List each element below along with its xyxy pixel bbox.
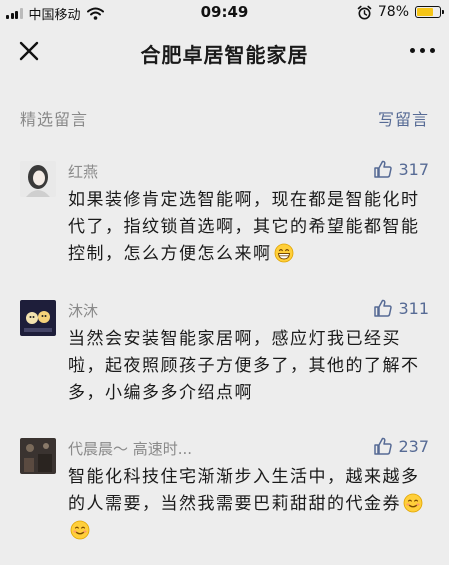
comment-author[interactable]: 代晨晨～ 高速时... xyxy=(68,438,192,459)
like-button[interactable]: 317 xyxy=(373,159,429,179)
battery-percent: 78% xyxy=(377,4,409,20)
thumbs-up-icon xyxy=(374,299,393,317)
nav-bar: 合肥卓居智能家居 xyxy=(0,26,449,76)
smile-emoji xyxy=(70,520,90,540)
thumbs-up-icon xyxy=(374,437,393,455)
like-button[interactable]: 237 xyxy=(373,436,429,456)
comment-text: 如果装修肯定选智能啊，现在都是智能化时代了，指纹锁首选啊，其它的希望能都智能控制… xyxy=(68,187,433,268)
wechat-comments-screen: 中国移动 09:49 78% 合肥卓居智能家居 精选留言 写留言 红燕 317 … xyxy=(0,0,449,565)
more-dots-icon xyxy=(410,48,415,53)
comment-author[interactable]: 沐沐 xyxy=(68,300,98,321)
smile-emoji xyxy=(403,493,423,513)
comment-body: 当然会安装智能家居啊，感应灯我已经买啦，起夜照顾孩子方便多了，其他的了解不多，小… xyxy=(68,329,420,403)
avatar[interactable] xyxy=(20,161,56,197)
comment-body: 如果装修肯定选智能啊，现在都是智能化时代了，指纹锁首选啊，其它的希望能都智能控制… xyxy=(68,190,420,264)
status-right: 78% xyxy=(357,4,444,20)
status-bar: 中国移动 09:49 78% xyxy=(0,0,449,26)
alarm-icon xyxy=(357,5,372,19)
comment-text: 智能化科技住宅渐渐步入生活中，越来越多的人需要，当然我需要巴莉甜甜的代金券 xyxy=(68,464,433,545)
battery-icon xyxy=(415,6,444,18)
comment-body: 智能化科技住宅渐渐步入生活中，越来越多的人需要，当然我需要巴莉甜甜的代金券 xyxy=(68,467,420,514)
battery-level xyxy=(417,8,434,16)
write-comment-link[interactable]: 写留言 xyxy=(378,106,429,130)
like-button[interactable]: 311 xyxy=(373,298,429,318)
avatar[interactable] xyxy=(20,438,56,474)
more-options-button[interactable] xyxy=(410,48,435,53)
comments-section-header: 精选留言 写留言 xyxy=(0,100,449,130)
comment-text: 当然会安装智能家居啊，感应灯我已经买啦，起夜照顾孩子方便多了，其他的了解不多，小… xyxy=(68,326,433,407)
like-count: 237 xyxy=(398,436,429,456)
like-count: 317 xyxy=(398,159,429,179)
avatar[interactable] xyxy=(20,300,56,336)
like-count: 311 xyxy=(398,298,429,318)
thumbs-up-icon xyxy=(374,160,393,178)
comment-author[interactable]: 红燕 xyxy=(68,161,98,182)
page-title: 合肥卓居智能家居 xyxy=(140,43,309,67)
featured-comments-title: 精选留言 xyxy=(20,110,89,129)
grin-emoji xyxy=(274,243,293,263)
